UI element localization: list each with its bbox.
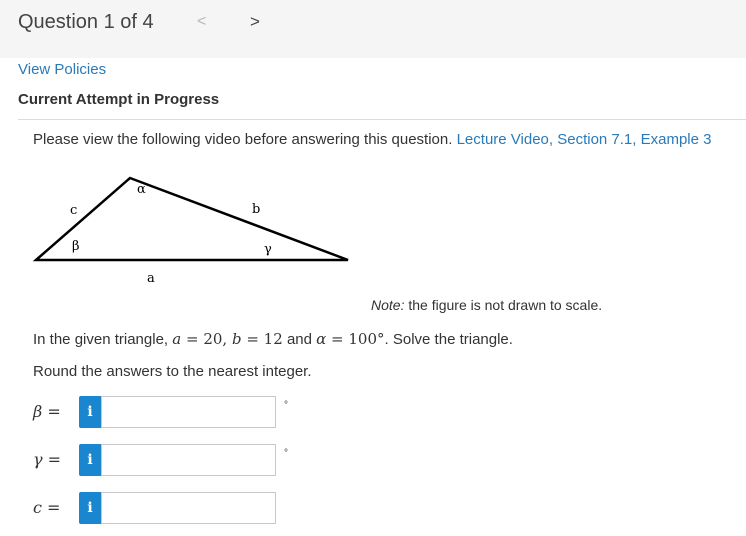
info-icon[interactable]: i [79, 492, 101, 524]
answer-label-c: c = [33, 498, 61, 517]
question-page: Question 1 of 4 < > View Policies Curren… [0, 0, 746, 536]
var-a: a [172, 330, 182, 348]
degree-unit: ° [284, 400, 288, 411]
side-a-label: a [147, 271, 155, 286]
info-icon[interactable]: i [79, 396, 101, 428]
side-b-label: b [252, 202, 260, 217]
intro-text: Please view the following video before a… [33, 131, 711, 148]
gamma-answer-input[interactable] [101, 444, 276, 476]
degree-unit: ° [284, 448, 288, 459]
beta-label: β [72, 239, 80, 254]
side-c-label: c [70, 203, 77, 218]
problem-suffix: . Solve the triangle. [384, 331, 513, 348]
answer-row-c: c = i [33, 492, 333, 524]
eq-alpha: = 100° [326, 330, 385, 348]
attempt-title: Current Attempt in Progress [18, 91, 220, 108]
view-policies-link[interactable]: View Policies [18, 61, 106, 78]
problem-prefix: In the given triangle, [33, 331, 169, 348]
intro-message: Please view the following video before a… [33, 131, 453, 148]
answer-row-beta: β = i ° [33, 396, 333, 428]
chevron-right-icon[interactable]: > [250, 12, 260, 32]
note-text: the figure is not drawn to scale. [408, 297, 603, 313]
lecture-video-link[interactable]: Lecture Video, Section 7.1, Example 3 [457, 131, 712, 148]
triangle-shape [32, 176, 349, 262]
note-label: Note: [371, 297, 405, 313]
problem-math-alpha: α = 100° [316, 330, 384, 348]
problem-statement: In the given triangle, a = 20, b = 12 an… [33, 330, 513, 348]
beta-answer-input[interactable] [101, 396, 276, 428]
eq-a: = 20, [181, 330, 232, 348]
alpha-label: α [137, 182, 146, 197]
var-alpha: α [316, 330, 327, 348]
problem-and: and [286, 331, 312, 348]
var-b: b [231, 330, 242, 348]
eq-b: = 12 [241, 330, 283, 348]
triangle-figure: α c b β γ a [32, 176, 349, 286]
c-answer-input[interactable] [101, 492, 276, 524]
answer-label-gamma: γ = [33, 450, 62, 469]
question-header: Question 1 of 4 < > [0, 0, 746, 58]
chevron-left-icon[interactable]: < [197, 13, 206, 31]
answer-label-beta: β = [33, 402, 61, 421]
rounding-instruction: Round the answers to the nearest integer… [33, 363, 312, 380]
info-icon[interactable]: i [79, 444, 101, 476]
content-divider [18, 119, 746, 120]
gamma-label: γ [264, 242, 272, 257]
answer-row-gamma: γ = i ° [33, 444, 333, 476]
question-counter: Question 1 of 4 [18, 11, 154, 33]
problem-math: a = 20, b = 12 [172, 330, 283, 348]
figure-note: Note: the figure is not drawn to scale. [371, 297, 602, 313]
